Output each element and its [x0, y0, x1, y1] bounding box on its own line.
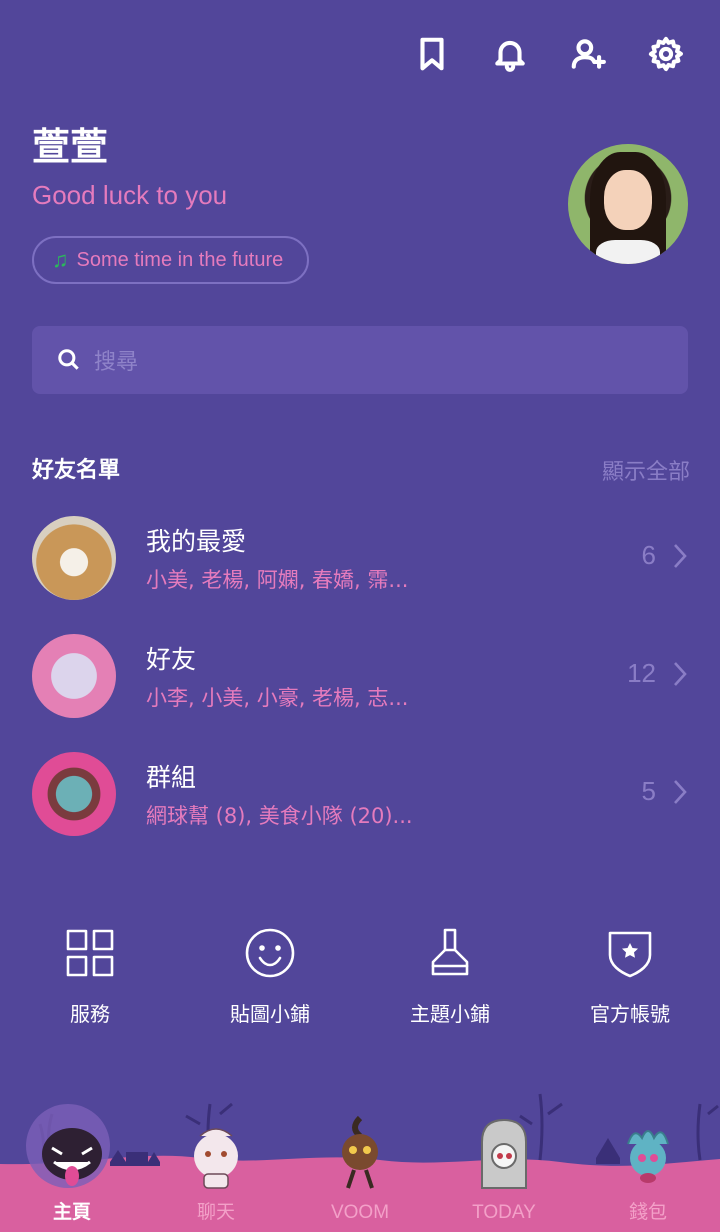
- friend-row-count: 5: [641, 776, 656, 806]
- groups-avatar: [32, 752, 116, 836]
- shield-star-icon: [603, 926, 657, 980]
- service-label: 主題小鋪: [410, 1002, 490, 1026]
- avatar-face: [604, 170, 652, 230]
- tab-label: VOOM: [330, 1202, 390, 1223]
- search-bar[interactable]: 搜尋: [32, 326, 688, 394]
- brush-icon: [423, 926, 477, 980]
- today-tab-mascot-icon: [481, 1118, 527, 1189]
- search-placeholder: 搜尋: [94, 350, 139, 375]
- tab-voom[interactable]: VOOM: [288, 1084, 432, 1232]
- friends-section-title: 好友名單: [32, 458, 121, 483]
- add-friend-icon[interactable]: [568, 34, 608, 74]
- friend-row-label: 好友: [146, 645, 197, 674]
- friend-row-members: 小美, 老楊, 阿嫻, 春嬌, 霈...: [146, 568, 409, 592]
- friend-row-count: 6: [641, 540, 656, 570]
- music-note-icon: ♫: [52, 247, 69, 272]
- service-button-sticker-shop[interactable]: 貼圖小鋪: [180, 926, 360, 1027]
- friends-avatar: [32, 634, 116, 718]
- tab-label: 主頁: [52, 1202, 91, 1223]
- friend-row-members: 網球幫 (8), 美食小隊 (20)...: [146, 804, 413, 828]
- chats-tab-mascot-icon: [194, 1128, 238, 1189]
- search-icon: [58, 349, 79, 370]
- friend-row-favorites[interactable]: 我的最愛 小美, 老楊, 阿嫻, 春嬌, 霈... 6: [32, 516, 692, 606]
- voom-tab-mascot-icon: [342, 1115, 378, 1189]
- friend-row-friends[interactable]: 好友 小李, 小美, 小豪, 老楊, 志... 12: [32, 634, 692, 724]
- profile-music-title: Some time in the future: [76, 248, 284, 271]
- profile-status-message[interactable]: Good luck to you: [32, 180, 227, 211]
- bookmark-icon[interactable]: [412, 34, 452, 74]
- favorites-avatar: [32, 516, 116, 600]
- friend-row-count: 12: [627, 658, 656, 688]
- tab-label: 錢包: [628, 1202, 667, 1223]
- friend-row-groups[interactable]: 群組 網球幫 (8), 美食小隊 (20)... 5: [32, 752, 692, 842]
- tab-label: TODAY: [472, 1202, 536, 1223]
- tab-home[interactable]: 主頁: [0, 1084, 144, 1232]
- service-label: 服務: [70, 1002, 110, 1026]
- friend-row-label: 群組: [146, 763, 197, 792]
- tab-bar: 主頁 聊天 VOOM TODAY 錢包: [0, 1084, 720, 1232]
- friend-row-members: 小李, 小美, 小豪, 老楊, 志...: [146, 686, 409, 710]
- grid-icon: [63, 926, 117, 980]
- service-button-theme-shop[interactable]: 主題小鋪: [360, 926, 540, 1027]
- tab-wallet[interactable]: 錢包: [576, 1084, 720, 1232]
- service-label: 官方帳號: [590, 1002, 670, 1026]
- bell-icon[interactable]: [490, 34, 530, 74]
- profile-name[interactable]: 萱萱: [32, 116, 108, 171]
- header-actions: [412, 34, 686, 74]
- chevron-right-icon: [672, 660, 688, 688]
- show-all-link[interactable]: 顯示全部: [602, 454, 690, 486]
- services-bar: 服務 貼圖小鋪 主題小鋪 官方帳號: [0, 926, 720, 1027]
- avatar-shirt: [596, 240, 660, 264]
- chevron-right-icon: [672, 542, 688, 570]
- service-label: 貼圖小鋪: [230, 1002, 310, 1026]
- tab-today[interactable]: TODAY: [432, 1084, 576, 1232]
- service-button-official-accounts[interactable]: 官方帳號: [540, 926, 720, 1027]
- service-button-services[interactable]: 服務: [0, 926, 180, 1027]
- tab-chats[interactable]: 聊天: [144, 1084, 288, 1232]
- gear-icon[interactable]: [646, 34, 686, 74]
- smiley-icon: [243, 926, 297, 980]
- bottom-navigation: 主頁 聊天 VOOM TODAY 錢包: [0, 1084, 720, 1232]
- home-tab-mascot-icon: [42, 1128, 102, 1186]
- profile-avatar[interactable]: [568, 144, 688, 264]
- friend-row-label: 我的最愛: [146, 527, 247, 556]
- chevron-right-icon: [672, 778, 688, 806]
- profile-music-pill[interactable]: ♫ Some time in the future: [32, 236, 310, 284]
- tab-label: 聊天: [196, 1202, 235, 1223]
- wallet-tab-mascot-icon: [627, 1130, 669, 1183]
